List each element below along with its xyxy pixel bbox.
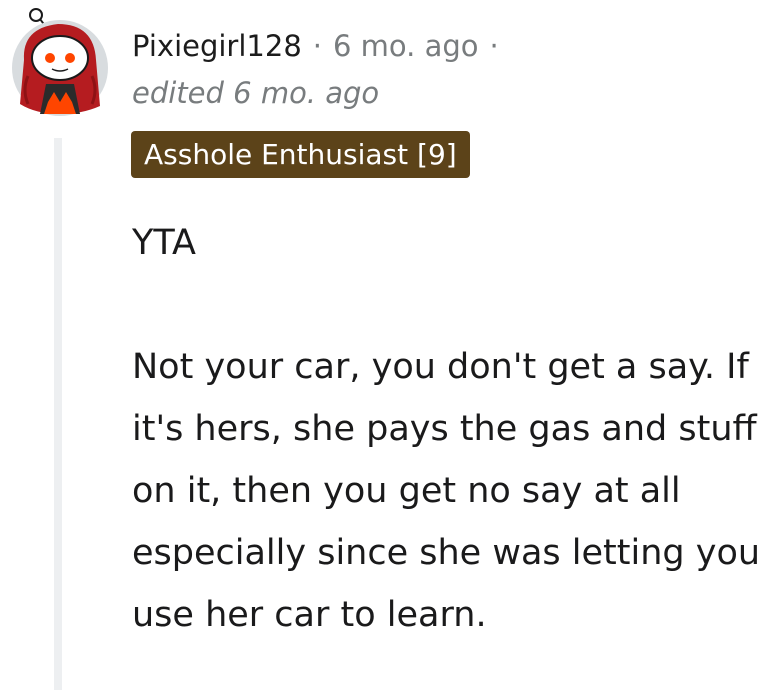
edited-label: edited 6 mo. ago (132, 76, 380, 110)
user-flair: Asshole Enthusiast [9] (131, 131, 470, 178)
snoo-avatar-icon (12, 8, 108, 116)
username-link[interactable]: Pixiegirl128 (132, 29, 302, 63)
comment-header: Pixiegirl128 · 6 mo. ago · (132, 24, 510, 68)
user-avatar[interactable] (10, 6, 110, 118)
thread-line[interactable] (54, 138, 62, 690)
separator-dot: · (312, 29, 322, 63)
comment-paragraph: Not your car, you don't get a say. If it… (132, 347, 761, 635)
separator-dot: · (489, 29, 499, 63)
comment-paragraph: YTA (132, 223, 196, 263)
timestamp-link[interactable]: 6 mo. ago (333, 29, 479, 63)
comment-body: YTA Not your car, you don't get a say. I… (132, 212, 782, 646)
